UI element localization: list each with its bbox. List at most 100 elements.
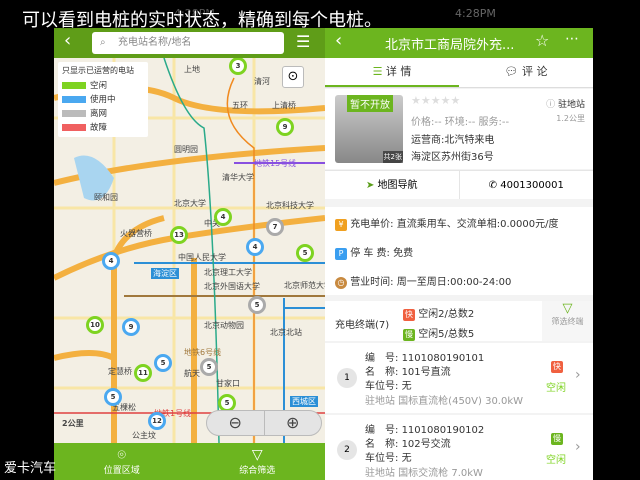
hours-row: ◷ 营业时间: 周一至周日:00:00-24:00 xyxy=(335,273,511,289)
station-marker[interactable]: 5 xyxy=(248,296,266,314)
locate-button[interactable]: ⊙ xyxy=(282,66,304,88)
more-icon[interactable]: ⋯ xyxy=(565,31,579,47)
terminal-status: 空闲 xyxy=(546,455,566,466)
location-pin-icon: ⌾ xyxy=(117,447,126,463)
detail-header: ‹ 北京市工商局院外充... ☆ ⋯ xyxy=(325,28,593,58)
station-marker[interactable]: 9 xyxy=(276,118,294,136)
map-label: 北京动物园 xyxy=(204,321,244,330)
station-marker[interactable]: 5 xyxy=(104,388,122,406)
filter-icon: ▽ xyxy=(251,447,263,463)
map-label: 定慧桥 xyxy=(108,367,132,376)
zoom-control: ⊖ ⊕ xyxy=(206,410,322,436)
station-marker[interactable]: 7 xyxy=(266,218,284,236)
map-legend: 只显示已运营的电站 空闲 使用中 离网 故障 xyxy=(58,62,148,137)
location-area-button[interactable]: ⌾ 位置区域 xyxy=(54,443,190,480)
station-marker[interactable]: 4 xyxy=(102,252,120,270)
map-label: 火器营桥 xyxy=(120,229,152,238)
info-label: 充电单价: xyxy=(350,219,394,230)
map-label: 五环 xyxy=(232,101,248,110)
zoom-out-button[interactable]: ⊖ xyxy=(207,411,264,435)
info-value: 直流乘用车、交流单相:0.0000元/度 xyxy=(396,219,559,230)
info-label: 营业时间: xyxy=(350,277,394,288)
station-marker[interactable]: 5 xyxy=(154,354,172,372)
status-time: 4:28PM xyxy=(455,7,496,20)
filter-icon: ▽ xyxy=(562,301,573,316)
tab-comments[interactable]: 💬︎ 评 论 xyxy=(459,58,593,87)
station-detail-screen: 4:28PM ‹ 北京市工商局院外充... ☆ ⋯ ☰ 详 情 💬︎ 评 论 暂… xyxy=(325,0,593,480)
map-label: 航天 xyxy=(184,369,200,378)
station-marker[interactable]: 5 xyxy=(296,244,314,262)
info-section: ¥ 充电单价: 直流乘用车、交流单相:0.0000元/度 P 停 车 费: 免费… xyxy=(325,207,593,295)
map-label: 公主坟 xyxy=(132,431,156,440)
station-marker[interactable]: 10 xyxy=(86,316,104,334)
caption: 可以看到电桩的实时状态，精确到每个电桩。 xyxy=(22,10,382,31)
station-marker[interactable]: 11 xyxy=(134,364,152,382)
terminal-desc: 驻地站 国标直流枪(450V) 30.0kW xyxy=(365,396,524,407)
map-label: 地铁15号线 xyxy=(254,159,297,168)
terminal-number: 2 xyxy=(337,440,357,460)
list-icon: ☰ xyxy=(372,65,386,78)
map-label: 中国人民大学 xyxy=(178,253,226,262)
terminal-item[interactable]: 1 编 号: 1101080190101 名 称: 101号直流 车位号: 无 … xyxy=(325,343,593,413)
slow-tag: 慢 xyxy=(403,329,415,341)
filter-terminals-button[interactable]: ▽ 筛选终端 xyxy=(542,301,593,341)
station-marker[interactable]: 9 xyxy=(122,318,140,336)
tab-label: 评 论 xyxy=(521,65,548,78)
map-header: ‹ ⌕ 充电站名称/地名 ☰ xyxy=(54,28,325,58)
price-row: ¥ 充电单价: 直流乘用车、交流单相:0.0000元/度 xyxy=(335,215,558,231)
back-icon[interactable]: ‹ xyxy=(64,30,71,51)
station-marker[interactable]: 12 xyxy=(148,412,166,430)
detail-tabs: ☰ 详 情 💬︎ 评 论 xyxy=(325,58,593,88)
map-navigation-button[interactable]: ➤ 地图导航 xyxy=(325,171,460,199)
station-marker[interactable]: 4 xyxy=(214,208,232,226)
zoom-in-button[interactable]: ⊕ xyxy=(263,411,322,435)
slow-tag: 慢 xyxy=(551,433,563,445)
help-icon[interactable]: ⓘ xyxy=(546,100,558,110)
price-icon: ¥ xyxy=(335,219,347,231)
legend-label: 使用中 xyxy=(90,95,116,105)
station-marker[interactable]: 4 xyxy=(246,238,264,256)
map-label: 甘家口 xyxy=(216,379,240,388)
phone-icon: ✆ xyxy=(488,180,501,191)
terminal-status: 空闲 xyxy=(546,383,566,394)
distance: 1.2公里 xyxy=(556,114,585,123)
station-marker[interactable]: 13 xyxy=(170,226,188,244)
terminal-number: 1 xyxy=(337,368,357,388)
search-icon: ⌕ xyxy=(100,37,106,48)
favorite-star-icon[interactable]: ☆ xyxy=(535,31,549,50)
location-area-label: 位置区域 xyxy=(103,466,140,476)
station-marker[interactable]: 5 xyxy=(200,358,218,376)
legend-label: 离网 xyxy=(90,109,108,119)
map-label: 上清桥 xyxy=(272,101,296,110)
station-photo[interactable]: 暂不开放 共2张 xyxy=(335,95,403,163)
station-type: 驻地站 xyxy=(557,100,585,110)
bottom-bar: ⌾ 位置区域 ▽ 综合筛选 xyxy=(54,443,325,480)
filter-label: 综合筛选 xyxy=(239,466,276,476)
rating-stars: ★★★★★ xyxy=(411,94,461,107)
station-card: 暂不开放 共2张 ★★★★★ 价格:-- 环境:-- 服务:-- 运营商:北汽特… xyxy=(325,89,593,169)
map-label: 北京科技大学 xyxy=(266,201,314,210)
map-view[interactable]: 只显示已运营的电站 空闲 使用中 离网 故障 ⊙ 上地 清河 五环 上清桥 圆明… xyxy=(54,58,325,443)
filter-button[interactable]: ▽ 综合筛选 xyxy=(190,443,326,480)
comment-icon: 💬︎ xyxy=(504,65,522,78)
spot-label: 车位号: xyxy=(365,381,399,392)
call-button[interactable]: ✆ 4001300001 xyxy=(460,171,594,199)
legend-item: 使用中 xyxy=(62,92,144,106)
search-input[interactable]: ⌕ 充电站名称/地名 xyxy=(92,32,284,54)
photo-count: 共2张 xyxy=(382,151,403,163)
back-icon[interactable]: ‹ xyxy=(335,30,342,51)
phone-number: 4001300001 xyxy=(500,180,564,191)
spot-label: 车位号: xyxy=(365,453,399,464)
map-label: 上地 xyxy=(184,65,200,74)
scale-label: 2公里 xyxy=(62,419,84,428)
map-label: 北京外国语大学 xyxy=(204,282,260,291)
terminals-title: 充电终端(7) xyxy=(335,320,390,331)
fast-count: 空闲2/总数2 xyxy=(418,309,475,320)
legend-label: 故障 xyxy=(90,123,108,133)
info-value: 免费 xyxy=(393,248,414,259)
terminal-spot: 无 xyxy=(401,453,412,464)
tab-details[interactable]: ☰ 详 情 xyxy=(325,58,459,87)
list-icon[interactable]: ☰ xyxy=(296,32,310,51)
terminal-item[interactable]: 2 编 号: 1101080190102 名 称: 102号交流 车位号: 无 … xyxy=(325,415,593,480)
rating-text: 价格:-- 环境:-- 服务:-- xyxy=(411,117,510,128)
